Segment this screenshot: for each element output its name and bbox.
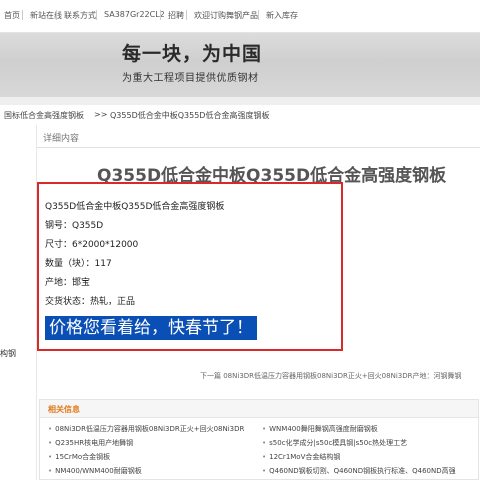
nav-divider <box>186 10 187 20</box>
related-link[interactable]: Q460ND钢板切割、Q460ND钢板执行标准、Q460ND高强 <box>262 466 456 476</box>
related-link[interactable]: s50c化学成分|s50c模具钢|s50c热处理工艺 <box>262 438 407 448</box>
tab-underline <box>37 147 480 148</box>
tab-detail[interactable]: 详细内容 <box>43 131 79 144</box>
nav-link-home[interactable]: 首页 <box>4 10 20 21</box>
main-content: 详细内容 Q355D低合金中板Q355D低合金高强度钢板 Q355D低合金中板Q… <box>37 125 480 480</box>
info-size: 尺寸：6*2000*12000 <box>45 240 139 250</box>
related-info-panel: 相关信息 08Ni3DR低温压力容器用钢板08Ni3DR正火+回火08Ni3DR… <box>39 399 479 480</box>
nav-divider <box>160 10 161 20</box>
nav-link-online[interactable]: 新站在线 <box>30 10 62 21</box>
related-link[interactable]: 12Cr1MoV合金结构钢 <box>262 452 340 462</box>
site-banner: 每一块，为中国 为重大工程项目提供优质钢材 <box>0 33 480 97</box>
banner-subslogan: 为重大工程项目提供优质钢材 <box>122 73 259 84</box>
nav-divider <box>56 10 57 20</box>
breadcrumb-separator: >> <box>94 110 108 119</box>
nav-link-contact[interactable]: 联系方式 <box>64 10 96 21</box>
nav-link-order[interactable]: 欢迎订购舞钢产品 <box>194 10 258 21</box>
info-origin: 产地：邯宝 <box>45 278 91 288</box>
info-delivery: 交货状态：热轧，正品 <box>45 297 136 307</box>
related-link[interactable]: Q235HR核电用产地舞钢 <box>48 438 133 448</box>
nav-divider <box>96 10 97 20</box>
related-title: 相关信息 <box>48 405 80 414</box>
breadcrumb-parent[interactable]: 国标低合金高强度钢板 <box>4 110 84 121</box>
info-quantity: 数量（块）：117 <box>45 259 112 269</box>
banner-slogan: 每一块，为中国 <box>122 43 263 65</box>
nav-divider <box>258 10 259 20</box>
next-article-link[interactable]: 下一篇 08Ni3DR低温压力容器用钢板08Ni3DR正火+回火08Ni3DR产… <box>200 371 461 381</box>
sidebar: 构钢 <box>0 125 37 480</box>
related-link[interactable]: WNM400舞阳舞钢高强度耐磨钢板 <box>262 424 378 434</box>
info-product-name: Q355D低合金中板Q355D低合金高强度钢板 <box>45 202 225 212</box>
breadcrumb-current[interactable]: Q355D低合金中板Q355D低合金高强度钢板 <box>110 110 269 121</box>
top-nav: 首页 新站在线 联系方式 SA387Gr22CL2 招聘 欢迎订购舞钢产品 新入… <box>0 0 480 33</box>
related-link[interactable]: 15CrMo合金钢板 <box>48 452 110 462</box>
price-note-highlight: 价格您看着给，快春节了！ <box>45 316 257 340</box>
related-link[interactable]: NM400/WNM400耐磨钢板 <box>48 466 142 476</box>
nav-link-jobs[interactable]: 招聘 <box>168 10 184 21</box>
product-info-box: Q355D低合金中板Q355D低合金高强度钢板 钢号：Q355D 尺寸：6*20… <box>37 182 343 351</box>
breadcrumb: 国标低合金高强度钢板 >> Q355D低合金中板Q355D低合金高强度钢板 <box>0 108 480 122</box>
info-grade: 钢号：Q355D <box>45 221 104 231</box>
nav-link-product[interactable]: SA387Gr22CL2 <box>104 10 165 19</box>
divider-bar <box>0 97 480 105</box>
related-link[interactable]: 08Ni3DR低温压力容器用钢板08Ni3DR正火+回火08Ni3DR <box>48 424 244 434</box>
related-header: 相关信息 <box>40 400 478 418</box>
nav-link-stock[interactable]: 新入库存 <box>266 10 298 21</box>
sidebar-item[interactable]: 构钢 <box>0 348 16 359</box>
nav-divider <box>22 10 23 20</box>
